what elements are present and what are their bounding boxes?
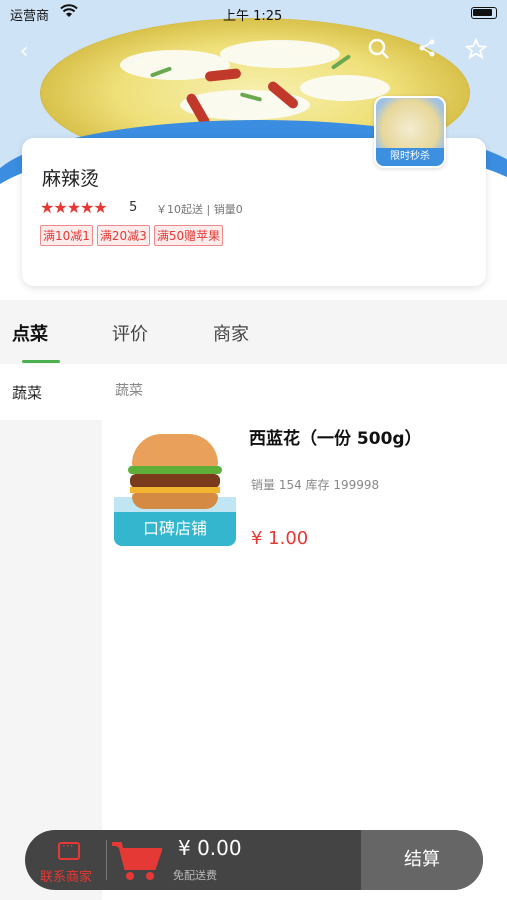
product-image-banner: 口碑店铺 <box>114 512 236 546</box>
category-title: 蔬菜 <box>115 383 143 399</box>
cart-divider <box>106 840 107 880</box>
checkout-button[interactable]: 结算 <box>361 830 483 890</box>
status-bar: 运营商 上午 1:25 <box>0 0 507 28</box>
battery-icon <box>471 7 497 19</box>
wifi-icon <box>60 4 78 22</box>
burger-patty <box>130 474 220 488</box>
promo-tag: 满20减3 <box>96 225 150 246</box>
active-tab-indicator <box>22 360 60 363</box>
cart-bar: 联系商家 ¥ 0.00 免配送费 结算 <box>25 830 483 890</box>
burger-lettuce <box>128 466 222 474</box>
burger-bun-bottom <box>132 493 218 509</box>
contact-merchant-button[interactable]: 联系商家 <box>25 830 107 890</box>
rating-stars: ★★★★★ <box>40 198 108 217</box>
sidebar-item-vegetables[interactable]: 蔬菜 <box>0 364 102 420</box>
delivery-fee-note: 免配送费 <box>173 869 217 882</box>
burger-bun-top <box>132 434 218 468</box>
promo-tags: 满10减1 满20减3 满50赠苹果 <box>40 225 224 246</box>
flash-sale-thumbnail[interactable]: 限时秒杀 <box>374 96 446 168</box>
star-outline-icon[interactable] <box>462 37 490 66</box>
carrier-label: 运营商 <box>10 9 50 24</box>
cart-icon[interactable] <box>110 840 163 882</box>
delivery-info: ￥10起送 | 销量0 <box>156 203 243 216</box>
rating-value: 5 <box>129 200 138 215</box>
flash-sale-label: 限时秒杀 <box>376 148 444 166</box>
tab-reviews[interactable]: 评价 <box>112 320 148 346</box>
category-sidebar: 蔬菜 <box>0 364 102 900</box>
search-icon[interactable] <box>365 38 393 66</box>
fish-slice <box>220 40 340 68</box>
status-time: 上午 1:25 <box>223 9 283 24</box>
share-icon[interactable] <box>413 38 441 66</box>
shop-name: 麻辣烫 <box>42 168 100 190</box>
contact-merchant-label: 联系商家 <box>39 870 92 885</box>
product-name[interactable]: 西蓝花（一份 500g） <box>249 424 422 449</box>
cart-total: ¥ 0.00 <box>178 836 242 860</box>
shop-info-card: 麻辣烫 ★★★★★ 5 ￥10起送 | 销量0 满10减1 满20减3 满50赠… <box>22 96 486 286</box>
promo-tag: 满50赠苹果 <box>153 225 224 246</box>
product-image[interactable]: 口碑店铺 <box>114 424 236 546</box>
fish-slice <box>300 75 390 101</box>
tab-order[interactable]: 点菜 <box>12 320 48 346</box>
tab-merchant[interactable]: 商家 <box>213 320 249 346</box>
product-price: ¥ 1.00 <box>251 528 309 549</box>
promo-tag: 满10减1 <box>40 225 93 246</box>
product-sales-stock: 销量 154 库存 199998 <box>251 478 380 492</box>
shop-tabs: 点菜 评价 商家 <box>0 300 507 364</box>
chat-icon <box>58 839 80 860</box>
back-icon[interactable]: ‹ <box>10 38 38 66</box>
